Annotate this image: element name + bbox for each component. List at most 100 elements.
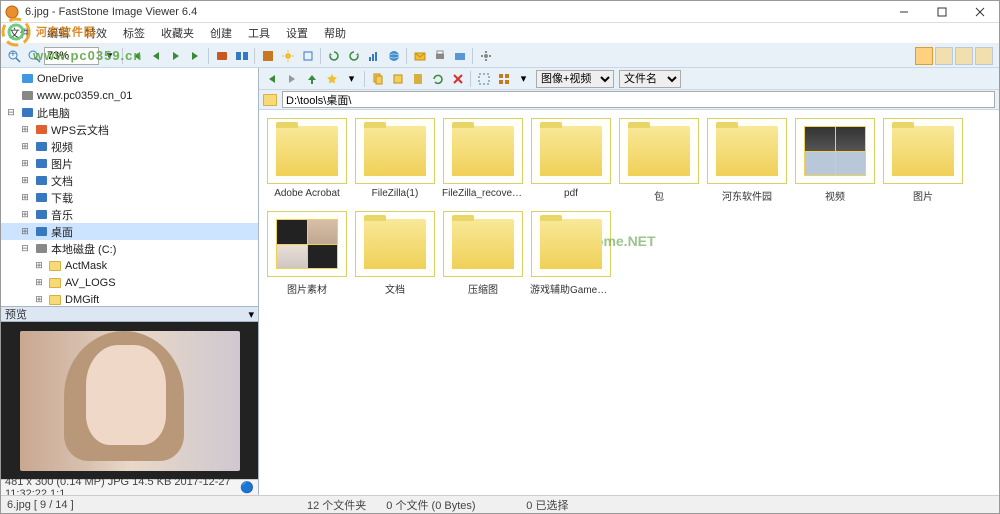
thumbnail-压缩图[interactable]: 压缩图 <box>441 211 525 296</box>
tree-item-桌面[interactable]: ⊞桌面 <box>1 223 258 240</box>
expand-icon[interactable]: ⊞ <box>19 124 31 136</box>
preview-pane[interactable] <box>1 322 258 479</box>
thumbnail-FileZilla_recovered[interactable]: FileZilla_recovered <box>441 118 525 203</box>
tree-item-ActMask[interactable]: ⊞ActMask <box>1 257 258 274</box>
close-button[interactable] <box>961 1 999 23</box>
path-input[interactable] <box>282 91 995 108</box>
sort-icon[interactable]: ▾ <box>514 69 533 88</box>
preview-collapse-icon[interactable]: ▾ <box>248 308 254 321</box>
thumbnail-label: FileZilla_recovered <box>442 188 524 199</box>
menu-favorites[interactable]: 收藏夹 <box>157 23 198 43</box>
tree-item-本地磁盘 (C:)[interactable]: ⊟本地磁盘 (C:) <box>1 240 258 257</box>
forward-icon[interactable] <box>282 69 301 88</box>
nav-last-icon[interactable] <box>186 46 205 65</box>
expand-icon[interactable]: ⊞ <box>19 158 31 170</box>
tree-item-视频[interactable]: ⊞视频 <box>1 138 258 155</box>
slideshow-icon[interactable] <box>212 46 231 65</box>
tree-item-DMGift[interactable]: ⊞DMGift <box>1 291 258 306</box>
nav-first-icon[interactable] <box>126 46 145 65</box>
filter-type-select[interactable]: 图像+视频 <box>536 70 614 88</box>
expand-icon[interactable] <box>5 73 17 85</box>
delete-icon[interactable] <box>448 69 467 88</box>
paste-icon[interactable] <box>408 69 427 88</box>
settings-icon[interactable] <box>476 46 495 65</box>
email-icon[interactable] <box>410 46 429 65</box>
history-icon[interactable]: ▾ <box>342 69 361 88</box>
thumbnail-视频[interactable]: 视频 <box>793 118 877 203</box>
menu-create[interactable]: 创建 <box>206 23 236 43</box>
menu-settings[interactable]: 设置 <box>282 23 312 43</box>
thumbnail-图片素材[interactable]: 图片素材 <box>265 211 349 296</box>
menu-help[interactable]: 帮助 <box>320 23 350 43</box>
menu-file[interactable]: 文件 <box>5 23 35 43</box>
expand-icon[interactable]: ⊞ <box>19 175 31 187</box>
info-icon[interactable]: 🔵 <box>240 481 254 494</box>
expand-icon[interactable]: ⊞ <box>33 277 45 289</box>
histogram-icon[interactable] <box>364 46 383 65</box>
view-thumbnails-button[interactable] <box>915 47 933 65</box>
thumbnail-文档[interactable]: 文档 <box>353 211 437 296</box>
expand-icon[interactable]: ⊞ <box>19 209 31 221</box>
zoom-dropdown-icon[interactable]: ▾ <box>100 46 119 65</box>
view-list-button[interactable] <box>935 47 953 65</box>
sort-select[interactable]: 文件名 <box>619 70 681 88</box>
menu-edit[interactable]: 编辑 <box>43 23 73 43</box>
thumbnail-图片[interactable]: 图片 <box>881 118 965 203</box>
rotate-left-icon[interactable] <box>324 46 343 65</box>
select-icon[interactable] <box>474 69 493 88</box>
nav-next-icon[interactable] <box>166 46 185 65</box>
thumbnail-包[interactable]: 包 <box>617 118 701 203</box>
rotate-right-icon[interactable] <box>344 46 363 65</box>
up-icon[interactable] <box>302 69 321 88</box>
back-icon[interactable] <box>262 69 281 88</box>
print-icon[interactable] <box>430 46 449 65</box>
thumbnail-grid[interactable]: www.nHome.NET Adobe AcrobatFileZilla(1)F… <box>259 110 999 495</box>
expand-icon[interactable]: ⊞ <box>19 226 31 238</box>
expand-icon[interactable]: ⊟ <box>19 243 31 255</box>
thumbnail-FileZilla(1)[interactable]: FileZilla(1) <box>353 118 437 203</box>
expand-icon[interactable]: ⊞ <box>19 192 31 204</box>
brightness-icon[interactable] <box>278 46 297 65</box>
scan-icon[interactable] <box>450 46 469 65</box>
globe-icon[interactable] <box>384 46 403 65</box>
tree-item-AV_LOGS[interactable]: ⊞AV_LOGS <box>1 274 258 291</box>
expand-icon[interactable]: ⊞ <box>33 260 45 272</box>
expand-icon[interactable]: ⊞ <box>33 294 45 306</box>
tree-item-www.pc0359.cn_01[interactable]: www.pc0359.cn_01 <box>1 87 258 104</box>
menu-effects[interactable]: 特效 <box>81 23 111 43</box>
thumbnail-游戏辅助GameOfM...[interactable]: 游戏辅助GameOfM... <box>529 211 613 296</box>
zoom-out-icon[interactable] <box>24 46 43 65</box>
tree-item-图片[interactable]: ⊞图片 <box>1 155 258 172</box>
tree-item-OneDrive[interactable]: OneDrive <box>1 70 258 87</box>
tree-item-此电脑[interactable]: ⊟此电脑 <box>1 104 258 121</box>
minimize-button[interactable] <box>885 1 923 23</box>
dl-icon <box>34 191 48 205</box>
thumbnail-pdf[interactable]: pdf <box>529 118 613 203</box>
compare-icon[interactable] <box>232 46 251 65</box>
expand-icon[interactable]: ⊞ <box>19 141 31 153</box>
zoom-in-icon[interactable]: + <box>4 46 23 65</box>
thumbnail-河东软件园[interactable]: 河东软件园 <box>705 118 789 203</box>
image-icon[interactable] <box>258 46 277 65</box>
tree-item-WPS云文档[interactable]: ⊞WPS云文档 <box>1 121 258 138</box>
refresh-icon[interactable] <box>428 69 447 88</box>
favorite-icon[interactable] <box>322 69 341 88</box>
view-details-button[interactable] <box>955 47 973 65</box>
folder-tree[interactable]: OneDrivewww.pc0359.cn_01⊟此电脑⊞WPS云文档⊞视频⊞图… <box>1 68 258 306</box>
thumbnail-Adobe Acrobat[interactable]: Adobe Acrobat <box>265 118 349 203</box>
edit-icon[interactable] <box>298 46 317 65</box>
move-icon[interactable] <box>388 69 407 88</box>
view-fullscreen-button[interactable] <box>975 47 993 65</box>
zoom-select[interactable] <box>44 47 99 65</box>
menu-tags[interactable]: 标签 <box>119 23 149 43</box>
tree-item-文档[interactable]: ⊞文档 <box>1 172 258 189</box>
maximize-button[interactable] <box>923 1 961 23</box>
copy-icon[interactable] <box>368 69 387 88</box>
menu-tools[interactable]: 工具 <box>244 23 274 43</box>
nav-prev-icon[interactable] <box>146 46 165 65</box>
tree-item-音乐[interactable]: ⊞音乐 <box>1 206 258 223</box>
grid-icon[interactable] <box>494 69 513 88</box>
expand-icon[interactable]: ⊟ <box>5 107 17 119</box>
expand-icon[interactable] <box>5 90 17 102</box>
tree-item-下载[interactable]: ⊞下载 <box>1 189 258 206</box>
